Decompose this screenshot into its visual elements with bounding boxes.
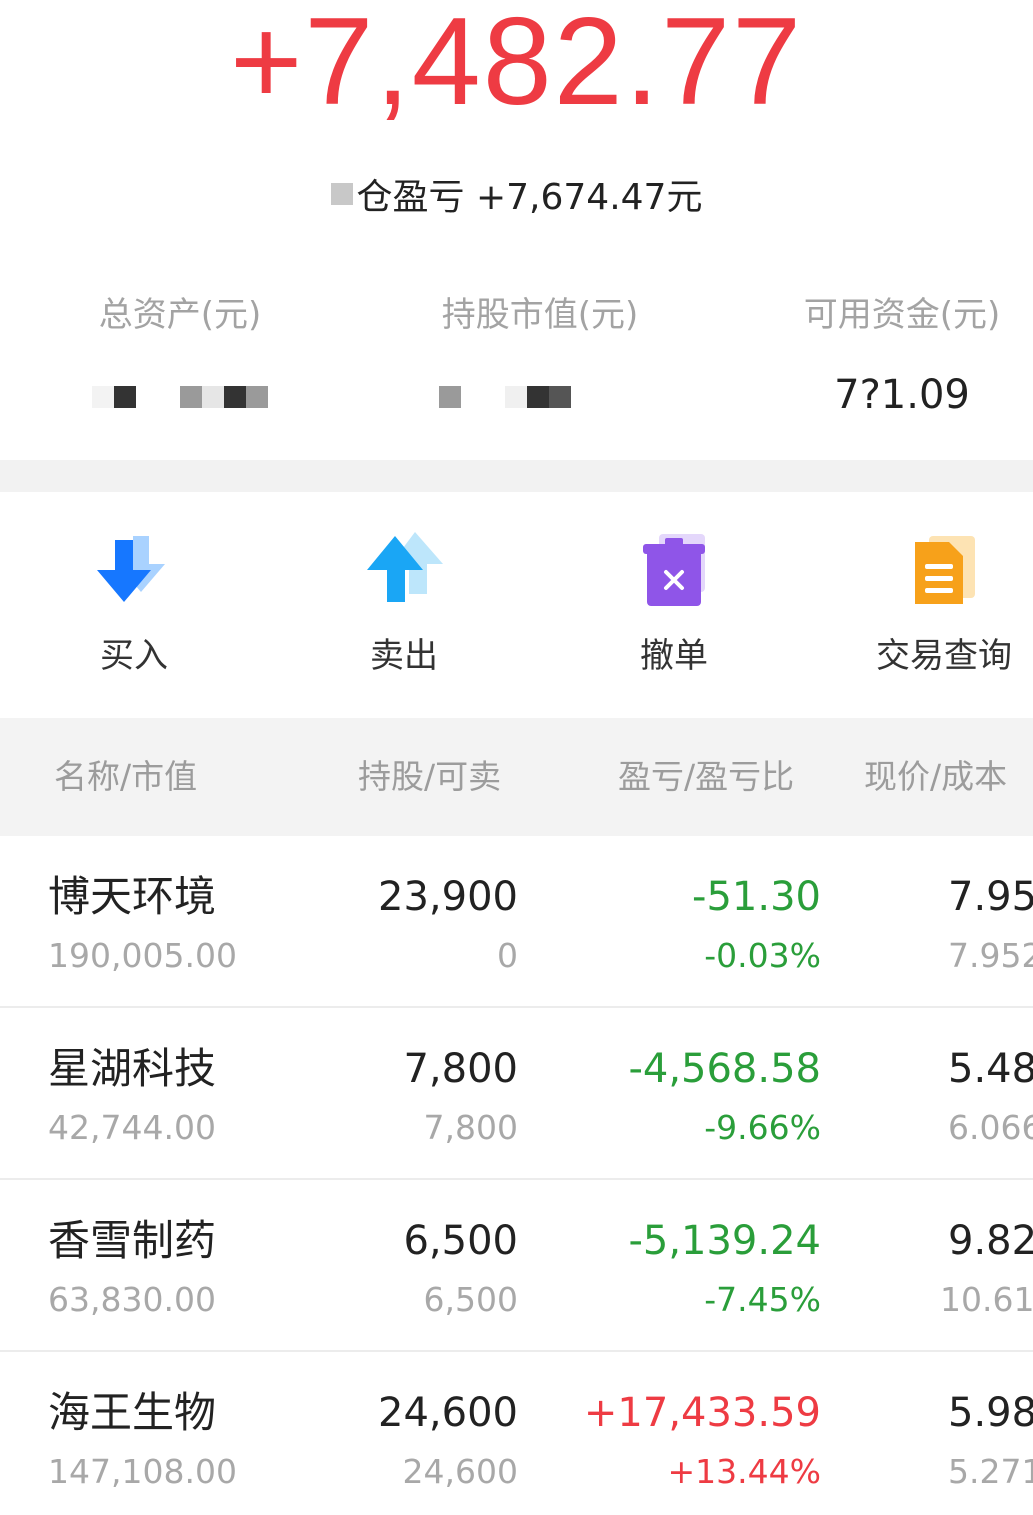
sell-arrow-up-icon — [367, 532, 443, 602]
stock-cost: 7.952 — [948, 936, 1033, 975]
stock-name: 海王生物 — [48, 1388, 217, 1437]
available-cash-value: 7?1.09 — [782, 370, 1022, 420]
stock-price: 5.48 — [948, 1046, 1033, 1092]
stock-name: 博天环境 — [48, 872, 217, 921]
stock-holding: 6,500 — [403, 1218, 518, 1264]
stock-holding: 7,800 — [403, 1046, 518, 1092]
table-row[interactable]: 星湖科技 42,744.00 7,800 7,800 -4,568.58 -9.… — [0, 1008, 1033, 1180]
stock-market-value: 42,744.00 — [48, 1108, 216, 1147]
stock-pl-ratio: -7.45% — [704, 1280, 821, 1319]
position-pl-label: 仓盈亏 — [356, 177, 465, 218]
cancel-order-button[interactable]: 撤单 — [584, 532, 764, 680]
cancel-order-trash-icon — [643, 534, 705, 606]
account-summary: +7,482.77 仓盈亏 +7,674.47元 总资产(元) 持股市值(元) … — [0, 0, 1033, 460]
stock-pl: -4,568.58 — [628, 1046, 821, 1092]
stock-holding: 23,900 — [378, 874, 518, 920]
header-pl-ratio[interactable]: 盈亏/盈亏比 — [618, 752, 794, 802]
stock-pl-ratio: -0.03% — [704, 936, 821, 975]
available-cash-text: 7?1.09 — [834, 372, 970, 418]
position-profit-loss: 仓盈亏 +7,674.47元 — [0, 172, 1033, 224]
section-divider — [0, 460, 1033, 492]
header-holding-available[interactable]: 持股/可卖 — [358, 752, 501, 802]
total-assets-label: 总资产(元) — [98, 295, 262, 335]
stock-pl: -5,139.24 — [628, 1218, 821, 1264]
header-name-market-value[interactable]: 名称/市值 — [54, 752, 197, 802]
stock-pl: -51.30 — [692, 874, 821, 920]
stock-available: 24,600 — [402, 1452, 518, 1491]
stock-cost: 10.611 — [940, 1280, 1033, 1319]
stock-pl-ratio: +13.44% — [667, 1452, 821, 1491]
cancel-order-label: 撤单 — [640, 636, 708, 676]
stock-available: 7,800 — [423, 1108, 518, 1147]
buy-arrow-down-icon — [97, 536, 165, 602]
stock-market-value: 190,005.00 — [48, 936, 237, 975]
table-row[interactable]: 海王生物 147,108.00 24,600 24,600 +17,433.59… — [0, 1352, 1033, 1515]
header-price-cost[interactable]: 现价/成本 — [864, 752, 1007, 802]
stock-available: 0 — [497, 936, 518, 975]
stock-market-value: 147,108.00 — [48, 1452, 237, 1491]
trade-query-document-icon — [915, 536, 975, 604]
holdings-table-header: 名称/市值 持股/可卖 盈亏/盈亏比 现价/成本 — [0, 718, 1033, 836]
sell-button[interactable]: 卖出 — [314, 532, 494, 680]
trade-query-label: 交易查询 — [876, 636, 1012, 676]
stock-cost: 6.066 — [948, 1108, 1033, 1147]
position-pl-value: +7,674.47元 — [475, 177, 703, 218]
stock-pl-ratio: -9.66% — [704, 1108, 821, 1147]
table-row[interactable]: 香雪制药 63,830.00 6,500 6,500 -5,139.24 -7.… — [0, 1180, 1033, 1352]
daily-profit-loss: +7,482.77 — [229, 0, 804, 131]
masked-prefix — [330, 183, 353, 205]
total-assets-value-masked — [80, 370, 280, 420]
stock-cost: 5.271 — [948, 1452, 1033, 1491]
trade-actions: 买入 卖出 撤单 交易查询 — [0, 492, 1033, 718]
market-value-value-masked — [420, 370, 660, 420]
market-value-label: 持股市值(元) — [441, 295, 639, 335]
stock-pl: +17,433.59 — [583, 1390, 821, 1436]
market-value-stat: 持股市值(元) — [420, 290, 660, 420]
sell-label: 卖出 — [370, 636, 438, 676]
stock-market-value: 63,830.00 — [48, 1280, 216, 1319]
buy-label: 买入 — [100, 636, 168, 676]
stock-price: 5.98 — [948, 1390, 1033, 1436]
stock-name: 香雪制药 — [48, 1216, 217, 1265]
stock-name: 星湖科技 — [48, 1044, 217, 1093]
stock-available: 6,500 — [423, 1280, 518, 1319]
available-cash-stat: 可用资金(元) 7?1.09 — [782, 290, 1022, 420]
buy-button[interactable]: 买入 — [44, 532, 224, 680]
stock-price: 9.82 — [948, 1218, 1033, 1264]
table-row[interactable]: 博天环境 190,005.00 23,900 0 -51.30 -0.03% 7… — [0, 836, 1033, 1008]
total-assets-stat: 总资产(元) — [80, 290, 280, 420]
stock-holding: 24,600 — [378, 1390, 518, 1436]
trade-query-button[interactable]: 交易查询 — [854, 532, 1033, 680]
available-cash-label: 可用资金(元) — [803, 295, 1001, 335]
stock-price: 7.95 — [948, 874, 1033, 920]
